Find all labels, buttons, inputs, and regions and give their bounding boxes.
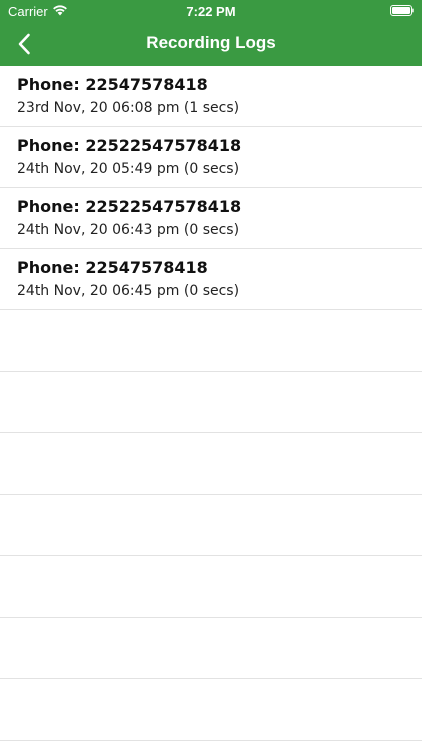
log-phone: Phone: 22547578418 — [17, 258, 208, 277]
empty-row — [0, 495, 422, 556]
empty-row — [0, 679, 422, 741]
empty-row — [0, 310, 422, 372]
empty-row — [0, 618, 422, 679]
log-date: 23rd Nov, 20 06:08 pm (1 secs) — [17, 100, 240, 116]
log-row-2[interactable]: Phone: 22522547578418 24th Nov, 20 05:49… — [0, 127, 422, 188]
log-date: 24th Nov, 20 05:49 pm (0 secs) — [17, 161, 240, 177]
log-row-3[interactable]: Phone: 22522547578418 24th Nov, 20 06:43… — [0, 188, 422, 249]
status-time: 7:22 PM — [186, 4, 236, 19]
log-phone: Phone: 22522547578418 — [17, 136, 242, 155]
log-date: 24th Nov, 20 06:43 pm (0 secs) — [17, 222, 240, 238]
battery-icon — [390, 5, 414, 16]
empty-row — [0, 556, 422, 618]
log-row-4[interactable]: Phone: 22547578418 24th Nov, 20 06:45 pm… — [0, 249, 422, 310]
navigation-bar: Recording Logs — [0, 22, 422, 66]
log-date: 24th Nov, 20 06:45 pm (0 secs) — [17, 283, 240, 299]
empty-row — [0, 433, 422, 495]
log-row-1[interactable]: Phone: 22547578418 23rd Nov, 20 06:08 pm… — [0, 66, 422, 127]
log-phone: Phone: 22547578418 — [17, 75, 208, 94]
recording-log-list: Phone: 22547578418 23rd Nov, 20 06:08 pm… — [0, 66, 422, 741]
log-phone: Phone: 22522547578418 — [17, 197, 242, 216]
status-bar: Carrier 7:22 PM — [0, 0, 422, 22]
page-title: Recording Logs — [146, 33, 276, 52]
app-header: Carrier 7:22 PM Recording Logs — [0, 0, 422, 66]
empty-row — [0, 372, 422, 433]
